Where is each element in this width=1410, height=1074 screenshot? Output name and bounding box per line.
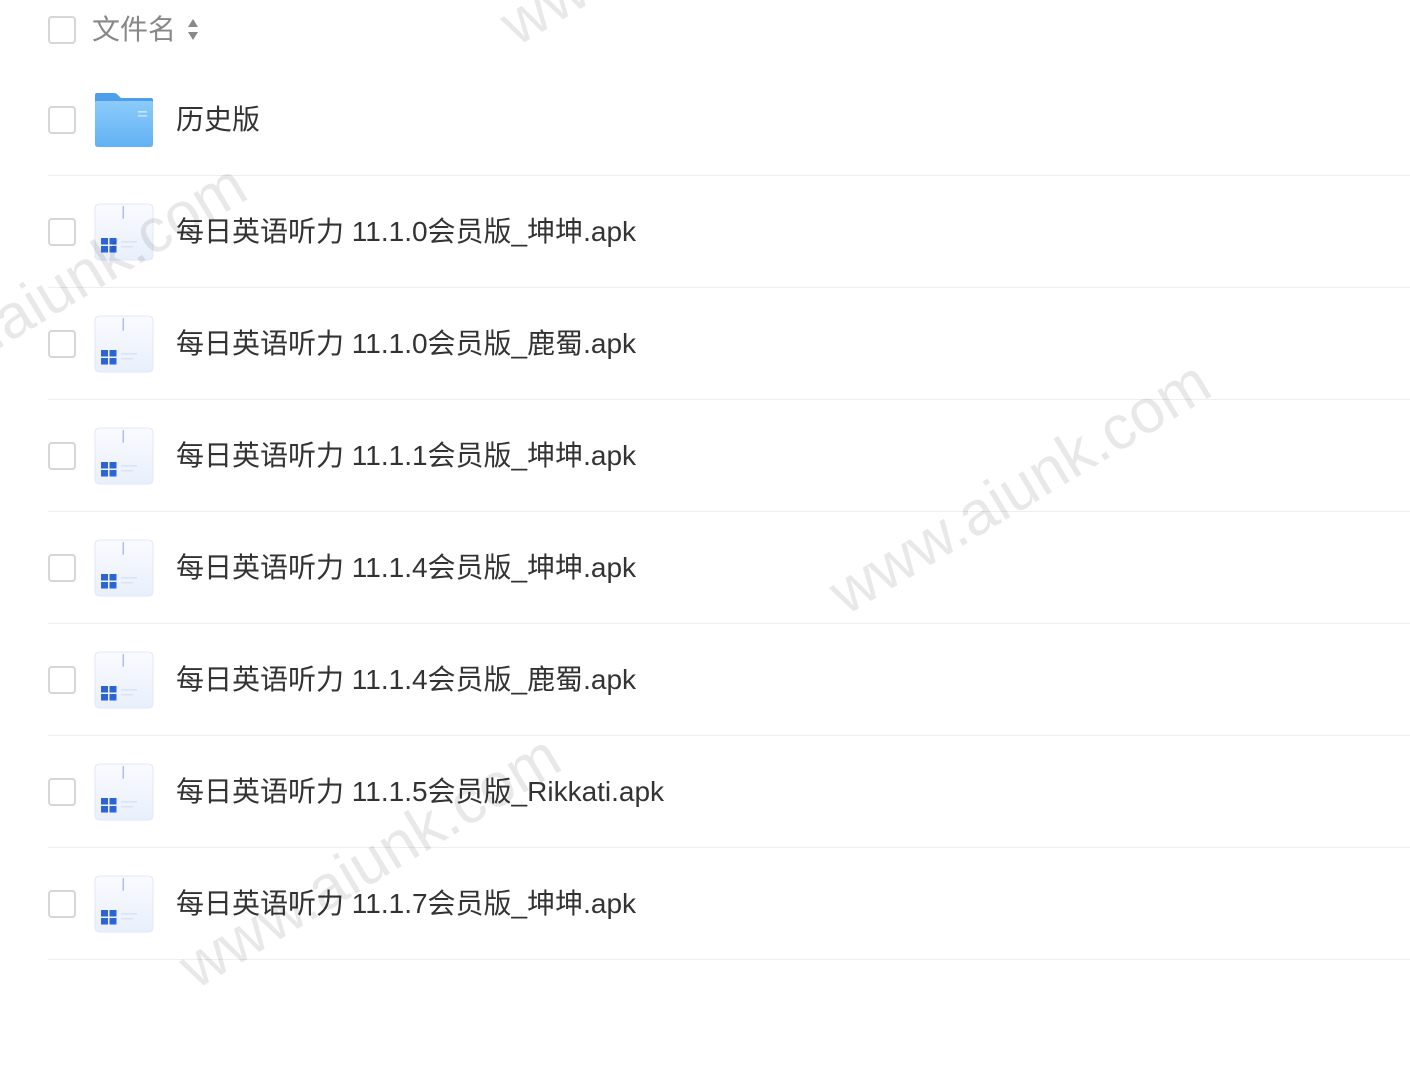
list-item[interactable]: 历史版 xyxy=(48,64,1410,176)
apk-file-icon xyxy=(94,875,154,933)
list-item[interactable]: 每日英语听力 11.1.0会员版_鹿蜀.apk xyxy=(48,288,1410,400)
file-name[interactable]: 历史版 xyxy=(176,105,260,134)
list-item[interactable]: 每日英语听力 11.1.0会员版_坤坤.apk xyxy=(48,176,1410,288)
file-browser: 文件名 历史版 每日英语听力 11.1.0会员版_坤坤.apk 每日英语听力 1… xyxy=(0,0,1410,1074)
file-name[interactable]: 每日英语听力 11.1.5会员版_Rikkati.apk xyxy=(176,777,664,806)
row-checkbox[interactable] xyxy=(48,329,76,358)
file-name[interactable]: 每日英语听力 11.1.7会员版_坤坤.apk xyxy=(176,889,636,918)
apk-file-icon xyxy=(94,651,154,709)
list-item[interactable]: 每日英语听力 11.1.5会员版_Rikkati.apk xyxy=(48,736,1410,848)
row-checkbox[interactable] xyxy=(48,777,76,806)
apk-file-icon xyxy=(94,539,154,597)
file-name[interactable]: 每日英语听力 11.1.0会员版_鹿蜀.apk xyxy=(176,329,636,358)
folder-icon xyxy=(94,91,154,149)
select-all-checkbox[interactable] xyxy=(48,16,76,44)
apk-file-icon xyxy=(94,315,154,373)
list-item[interactable]: 每日英语听力 11.1.4会员版_鹿蜀.apk xyxy=(48,624,1410,736)
list-item[interactable]: 每日英语听力 11.1.4会员版_坤坤.apk xyxy=(48,512,1410,624)
file-name[interactable]: 每日英语听力 11.1.0会员版_坤坤.apk xyxy=(176,217,636,246)
row-checkbox[interactable] xyxy=(48,889,76,918)
row-checkbox[interactable] xyxy=(48,553,76,582)
sort-icon[interactable] xyxy=(186,17,200,43)
apk-file-icon xyxy=(94,427,154,485)
row-checkbox[interactable] xyxy=(48,217,76,246)
list-item[interactable]: 每日英语听力 11.1.7会员版_坤坤.apk xyxy=(48,848,1410,960)
file-name[interactable]: 每日英语听力 11.1.1会员版_坤坤.apk xyxy=(176,441,636,470)
row-checkbox[interactable] xyxy=(48,441,76,470)
row-checkbox[interactable] xyxy=(48,665,76,694)
apk-file-icon xyxy=(94,203,154,261)
row-checkbox[interactable] xyxy=(48,105,76,134)
file-list: 历史版 每日英语听力 11.1.0会员版_坤坤.apk 每日英语听力 11.1.… xyxy=(48,64,1410,960)
list-header: 文件名 xyxy=(48,0,1410,60)
apk-file-icon xyxy=(94,763,154,821)
file-name[interactable]: 每日英语听力 11.1.4会员版_鹿蜀.apk xyxy=(176,665,636,694)
list-item[interactable]: 每日英语听力 11.1.1会员版_坤坤.apk xyxy=(48,400,1410,512)
file-name[interactable]: 每日英语听力 11.1.4会员版_坤坤.apk xyxy=(176,553,636,582)
name-column-header[interactable]: 文件名 xyxy=(92,16,176,44)
